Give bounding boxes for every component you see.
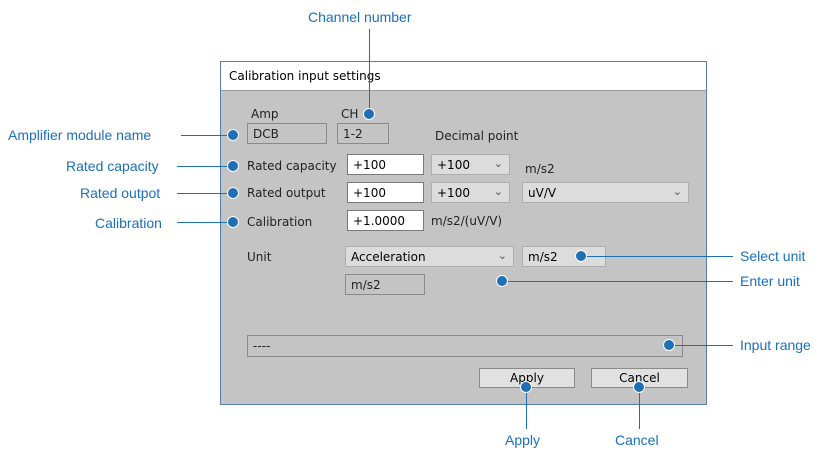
input-range-marker (663, 339, 675, 351)
calibration-label: Calibration (247, 215, 313, 229)
rated-output-unit-value: uV/V (528, 186, 557, 200)
chevron-down-icon: ⌄ (497, 249, 507, 262)
dialog-titlebar: Calibration input settings (221, 62, 706, 91)
apply-callout: Apply (505, 432, 541, 448)
rated-capacity-marker (227, 160, 239, 172)
input-range-field: ---- (247, 335, 683, 357)
rated-capacity-callout: Rated capacity (66, 158, 159, 174)
amplifier-module-leader (181, 135, 233, 136)
rated-capacity-decimal-select[interactable]: +100 ⌄ (431, 154, 510, 175)
ch-label: CH (341, 107, 359, 121)
input-range-leader (669, 345, 733, 346)
calibration-unit: m/s2/(uV/V) (431, 214, 503, 228)
unit-select[interactable]: Acceleration ⌄ (345, 246, 514, 267)
amplifier-module-name-callout: Amplifier module name (8, 127, 152, 143)
chevron-down-icon: ⌄ (672, 185, 682, 198)
rated-output-marker (227, 187, 239, 199)
rated-capacity-label: Rated capacity (247, 159, 337, 173)
rated-outpot-callout: Rated outpot (80, 185, 161, 201)
chevron-down-icon: ⌄ (493, 157, 503, 170)
enter-unit-field[interactable]: m/s2 (345, 274, 425, 295)
decimal-point-label: Decimal point (435, 129, 519, 143)
unit-select-value: Acceleration (351, 250, 426, 264)
rated-capacity-unit: m/s2 (525, 162, 555, 176)
select-unit-value: m/s2 (528, 250, 558, 264)
channel-number-marker (363, 108, 375, 120)
dialog-title: Calibration input settings (229, 69, 381, 83)
cancel-leader (639, 387, 640, 429)
rated-output-decimal-select[interactable]: +100 ⌄ (431, 182, 510, 203)
amp-label: Amp (251, 107, 279, 121)
enter-unit-leader (502, 281, 733, 282)
chevron-down-icon: ⌄ (493, 185, 503, 198)
calibration-leader (177, 222, 233, 223)
cancel-marker (633, 381, 645, 393)
calibration-marker (227, 216, 239, 228)
calibration-callout: Calibration (95, 215, 162, 231)
cancel-callout: Cancel (615, 432, 659, 448)
apply-marker (520, 381, 532, 393)
rated-output-leader (177, 193, 233, 194)
select-unit-callout: Select unit (740, 248, 806, 264)
select-unit-marker (575, 250, 587, 262)
rated-capacity-input[interactable]: +100 (347, 154, 424, 175)
enter-unit-marker (496, 275, 508, 287)
rated-capacity-decimal-value: +100 (437, 158, 470, 172)
amp-name-field: DCB (247, 123, 327, 144)
rated-output-decimal-value: +100 (437, 186, 470, 200)
input-range-callout: Input range (740, 337, 811, 353)
enter-unit-callout: Enter unit (740, 273, 800, 289)
channel-number-field: 1-2 (337, 123, 389, 144)
unit-label: Unit (247, 250, 272, 264)
rated-output-unit-select[interactable]: uV/V ⌄ (522, 182, 689, 203)
rated-output-input[interactable]: +100 (347, 182, 424, 203)
calibration-input[interactable]: +1.0000 (347, 210, 424, 231)
amplifier-module-marker (227, 129, 239, 141)
calibration-input-settings-dialog: Calibration input settings Amp CH DCB 1-… (220, 61, 707, 405)
channel-number-leader (369, 29, 370, 113)
apply-leader (526, 387, 527, 429)
select-unit-leader (581, 256, 733, 257)
channel-number-callout: Channel number (308, 9, 412, 25)
rated-capacity-leader (177, 166, 233, 167)
rated-output-label: Rated output (247, 186, 326, 200)
